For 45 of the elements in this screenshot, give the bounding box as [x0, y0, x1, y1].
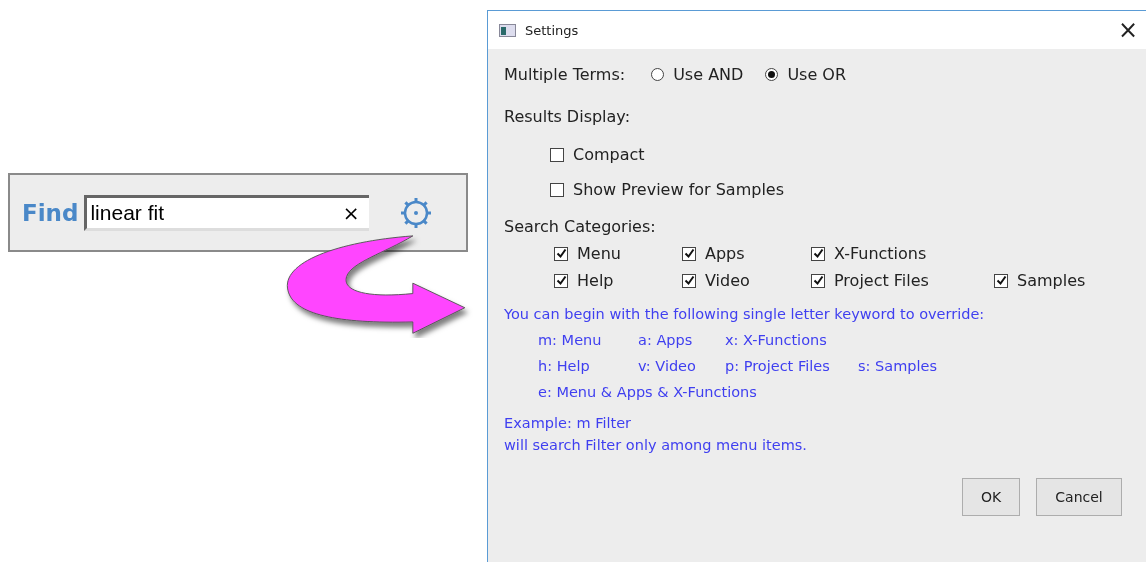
gear-icon[interactable]: [399, 195, 434, 230]
section-label: Search Categories:: [504, 217, 657, 236]
keyword-hint: h: Help: [538, 358, 590, 374]
keyword-hint: s: Samples: [858, 358, 937, 374]
checkbox[interactable]: [811, 273, 825, 288]
checkbox[interactable]: [682, 273, 696, 288]
dialog-button[interactable]: OK: [962, 478, 1020, 516]
hint-text: You can begin with the following single letter keyword to override:: [504, 306, 986, 322]
keyword-hint: p: Project Files: [725, 358, 830, 374]
checkbox-label: Video: [705, 271, 750, 290]
checkbox-label: Show Preview for Samples: [573, 180, 785, 199]
keyword-hint: x: X-Functions: [725, 332, 827, 348]
checkbox[interactable]: [554, 273, 568, 288]
field-label: Multiple Terms:: [504, 64, 626, 84]
checkbox[interactable]: [811, 246, 825, 261]
radio-button[interactable]: [651, 67, 665, 81]
keyword-hint: m: Menu: [538, 332, 602, 348]
checkbox-label: Project Files: [834, 271, 929, 290]
checkbox[interactable]: [554, 246, 568, 261]
checkbox-label: Menu: [577, 244, 621, 263]
checkbox-label: Compact: [573, 145, 645, 164]
window-title: Settings: [525, 22, 580, 38]
checkbox[interactable]: [682, 246, 696, 261]
keyword-hint: v: Video: [638, 358, 696, 374]
window-icon: [499, 23, 516, 37]
example-text: will search Filter only among menu items.: [504, 436, 808, 455]
radio-option[interactable]: Use OR: [765, 64, 847, 84]
clear-button[interactable]: ×: [338, 200, 364, 225]
checkbox-label: Help: [577, 271, 614, 290]
search-field[interactable]: linear fit ×: [84, 194, 370, 231]
keyword-hint: a: Apps: [638, 332, 693, 348]
checkbox[interactable]: [550, 147, 564, 162]
keyword-hint: e: Menu & Apps & X-Functions: [538, 384, 757, 400]
checkbox-label: Apps: [705, 244, 745, 263]
checkbox[interactable]: [550, 182, 564, 197]
section-label: Results Display:: [504, 106, 631, 126]
example-text: Example: m Filter: [504, 414, 633, 433]
checkbox[interactable]: [994, 273, 1008, 288]
radio-option[interactable]: Use AND: [651, 64, 744, 84]
checkbox-label: Samples: [1017, 271, 1086, 290]
close-button[interactable]: ×: [1117, 18, 1138, 42]
checkbox-label: X-Functions: [834, 244, 927, 263]
dialog-button[interactable]: Cancel: [1036, 478, 1122, 516]
radio-button[interactable]: [765, 67, 779, 81]
find-label: Find: [22, 199, 79, 226]
